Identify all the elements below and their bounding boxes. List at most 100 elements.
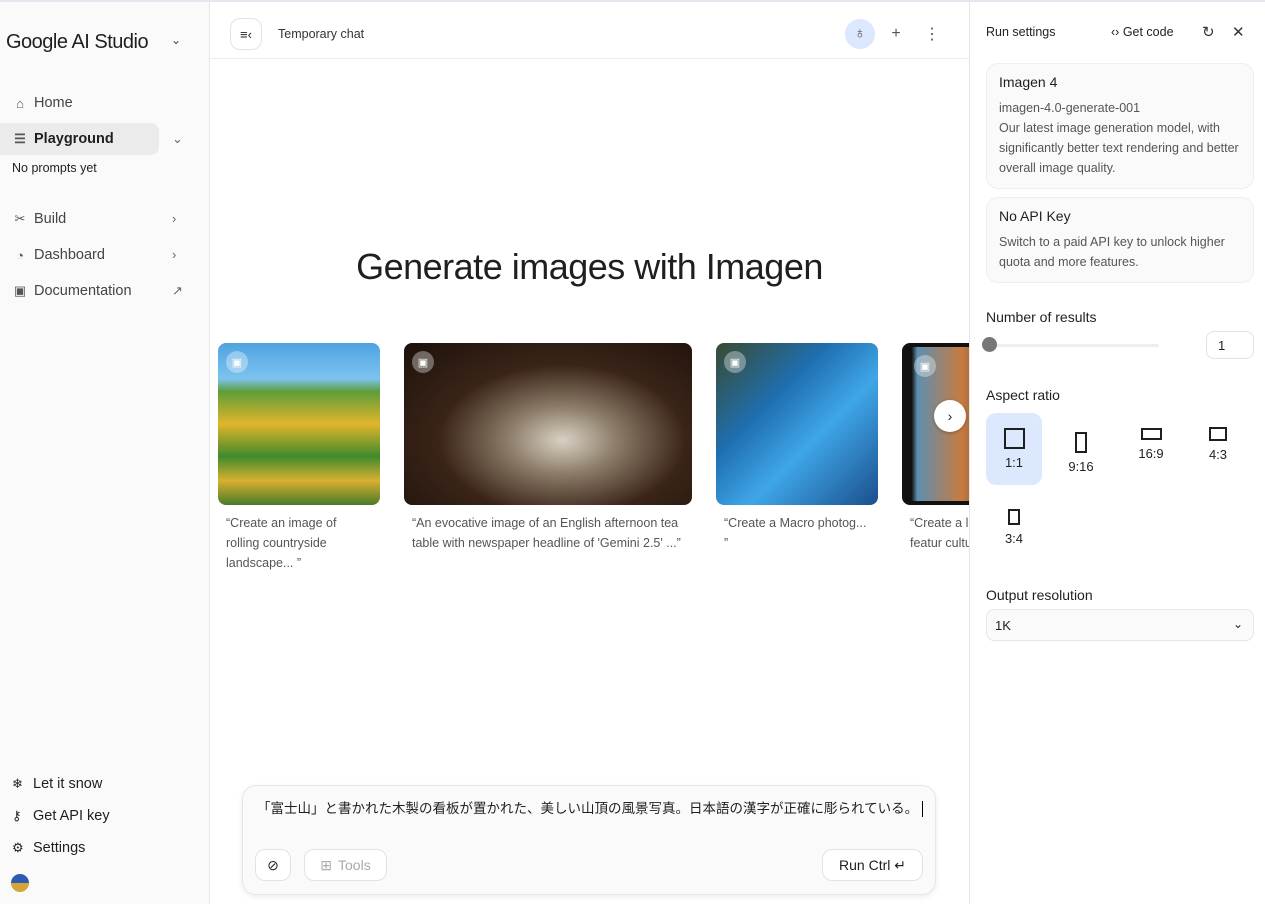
output-resolution-value: 1K: [995, 618, 1011, 633]
tools-button[interactable]: ⊞ Tools: [304, 849, 387, 881]
image-icon: ▣: [412, 351, 434, 373]
api-key-title: No API Key: [999, 208, 1071, 224]
close-icon: ✕: [1232, 24, 1245, 41]
text-cursor: [922, 801, 924, 818]
temporary-chat-button[interactable]: ♁: [845, 19, 875, 49]
top-bar: ≡‹ Temporary chat ♁ + ⋮: [210, 2, 969, 59]
api-key-card[interactable]: No API Key Switch to a paid API key to u…: [986, 197, 1254, 283]
footer-label: Get API key: [33, 808, 110, 824]
results-slider-thumb[interactable]: [982, 337, 997, 352]
number-of-results-label: Number of results: [986, 309, 1097, 325]
example-image: ▣: [716, 343, 878, 505]
aspect-1-1-option[interactable]: 1:1: [986, 413, 1042, 485]
aspect-4-3-option[interactable]: 4:3: [1190, 408, 1246, 480]
main-heading: Generate images with Imagen: [356, 246, 823, 287]
page-title: Temporary chat: [278, 27, 365, 41]
carousel-next-button[interactable]: ›: [934, 400, 966, 432]
example-card[interactable]: ▣ “Create an image of rolling countrysid…: [218, 343, 380, 573]
reset-settings-button[interactable]: ↻: [1202, 23, 1215, 41]
aspect-16-9-option[interactable]: 16:9: [1123, 408, 1179, 480]
run-button[interactable]: Run Ctrl ↵: [822, 849, 923, 881]
aspect-label: 16:9: [1138, 445, 1164, 461]
snowflake-icon: ❄: [12, 776, 23, 791]
model-description: Our latest image generation model, with …: [999, 121, 1239, 175]
model-name: Imagen 4: [999, 74, 1058, 90]
footer-label: Let it snow: [33, 776, 103, 792]
landscape-icon: [1209, 426, 1227, 441]
no-prompts-text: No prompts yet: [12, 161, 97, 175]
sidebar-item-build[interactable]: ✂ Build: [0, 203, 159, 235]
aspect-label: 4:3: [1208, 446, 1228, 462]
example-card[interactable]: ▣ “Create a l that featur culture...”: [902, 343, 969, 553]
chevron-down-icon: ⌄: [1232, 617, 1243, 631]
image-icon: ▣: [914, 355, 936, 377]
chevron-down-icon[interactable]: ⌄: [171, 33, 181, 47]
plus-icon: +: [891, 25, 901, 42]
output-resolution-label: Output resolution: [986, 587, 1093, 603]
get-code-button[interactable]: ‹› Get code: [1111, 25, 1174, 39]
model-id: imagen-4.0-generate-001: [999, 101, 1141, 115]
square-icon: [1003, 428, 1025, 449]
footer-label: Settings: [33, 840, 86, 856]
settings-button[interactable]: ⚙ Settings: [12, 840, 85, 856]
nav-label: Playground: [34, 131, 114, 147]
more-vert-icon: ⋮: [924, 26, 940, 43]
main-area: ≡‹ Temporary chat ♁ + ⋮ Generate images …: [210, 2, 969, 904]
number-of-results-input[interactable]: 1: [1206, 331, 1254, 359]
example-card[interactable]: ▣ “Create a Macro photog... ”: [716, 343, 878, 553]
api-key-description: Switch to a paid API key to unlock highe…: [999, 235, 1225, 269]
get-code-label: Get code: [1122, 25, 1174, 39]
reset-icon: ↻: [1202, 24, 1215, 41]
prompt-input[interactable]: 「富士山」と書かれた木製の看板が置かれた、美しい山頂の風景写真。日本語の漢字が正…: [257, 798, 927, 819]
output-resolution-select[interactable]: 1K ⌄: [986, 609, 1254, 641]
sidebar-item-playground[interactable]: ☰ Playground: [0, 123, 159, 155]
nav-label: Documentation: [34, 283, 132, 299]
let-it-snow-button[interactable]: ❄ Let it snow: [12, 776, 102, 792]
aspect-3-4-option[interactable]: 3:4: [986, 491, 1042, 563]
aspect-label: 9:16: [1068, 459, 1094, 474]
results-slider[interactable]: [989, 344, 1159, 347]
sidebar-item-dashboard[interactable]: ◔ Dashboard: [0, 239, 159, 271]
nav-label: Dashboard: [34, 247, 105, 263]
image-icon: ▣: [724, 351, 746, 373]
chevron-right-icon[interactable]: ›: [172, 247, 176, 262]
sidebar: Google AI Studio ⌄ ⌂ Home ☰ Playground ⌄ N…: [0, 2, 210, 904]
build-icon: ✂: [14, 211, 26, 226]
image-icon: ▣: [226, 351, 248, 373]
example-caption: “Create a l that featur culture...”: [910, 516, 969, 550]
home-icon: ⌂: [16, 95, 24, 111]
chevron-down-icon[interactable]: ⌄: [172, 131, 183, 147]
tools-label: Tools: [338, 857, 371, 873]
run-settings-title: Run settings: [986, 25, 1056, 39]
sidebar-item-documentation[interactable]: ▣ Documentation: [0, 275, 159, 307]
visibility-off-icon: ⊘: [267, 856, 279, 873]
chevron-right-icon: ›: [947, 408, 953, 424]
model-card[interactable]: Imagen 4 imagen-4.0-generate-001 Our lat…: [986, 63, 1254, 189]
apps-icon: ⊞: [320, 856, 333, 873]
example-caption: “An evocative image of an English aftern…: [412, 516, 681, 550]
example-caption: “Create a Macro photog... ”: [724, 516, 867, 550]
example-card[interactable]: ▣ “An evocative image of an English afte…: [404, 343, 692, 553]
aspect-label: 1:1: [1004, 455, 1024, 470]
landscape-icon: [1140, 427, 1162, 440]
safety-toggle-button[interactable]: ⊘: [255, 849, 291, 881]
get-api-key-button[interactable]: ⚷ Get API key: [12, 808, 110, 824]
sidebar-item-home[interactable]: ⌂ Home: [0, 87, 159, 119]
aspect-9-16-option[interactable]: 9:16: [1053, 417, 1109, 489]
aspect-ratio-label: Aspect ratio: [986, 387, 1060, 403]
new-chat-button[interactable]: +: [881, 19, 911, 49]
toggle-sidebar-button[interactable]: ≡‹: [230, 18, 262, 50]
chevron-right-icon[interactable]: ›: [172, 211, 176, 226]
prompt-composer: 「富士山」と書かれた木製の看板が置かれた、美しい山頂の風景写真。日本語の漢字が正…: [242, 785, 936, 895]
close-panel-button[interactable]: ✕: [1232, 23, 1245, 41]
portrait-icon: [1008, 508, 1020, 525]
nav-label: Build: [34, 211, 67, 227]
example-caption: “Create an image of rolling countryside …: [226, 516, 337, 570]
brand-logo[interactable]: Google AI Studio: [6, 31, 149, 54]
code-icon: ‹›: [1111, 25, 1120, 39]
example-image: ▣: [404, 343, 692, 505]
avatar[interactable]: [11, 874, 29, 892]
external-link-icon: ↗: [172, 283, 183, 298]
nav-label: Home: [34, 95, 73, 111]
more-options-button[interactable]: ⋮: [917, 19, 947, 49]
